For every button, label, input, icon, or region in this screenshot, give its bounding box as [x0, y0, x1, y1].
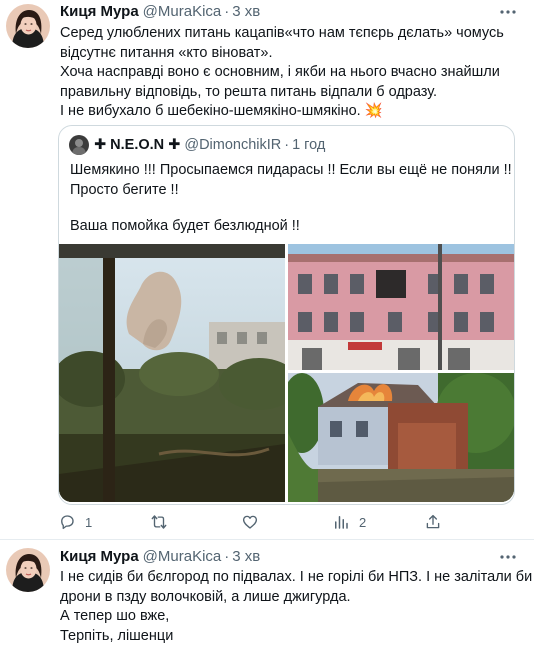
tweet-text-line: Хоча насправді воно є основним, і якби н…: [60, 64, 500, 80]
share-icon: [426, 514, 440, 529]
author-handle[interactable]: @MuraKica: [143, 548, 222, 565]
quoted-text-line: Просто бегите !!: [70, 182, 179, 198]
tweet-actions: 1 2: [58, 512, 518, 532]
tweet-time[interactable]: 3 хв: [232, 3, 260, 20]
tweet-text-line: І не вибухало б шебекіно-шемякіно-шмякін…: [60, 103, 383, 119]
quoted-text-line: [70, 200, 506, 216]
stats-button[interactable]: 2: [332, 512, 366, 532]
tweet-text: Серед улюблених питань кацапів«что нам т…: [60, 24, 520, 122]
stats-icon: [335, 516, 348, 529]
retweet-button[interactable]: [150, 512, 177, 532]
quoted-tweet-header: ✚ N.E.O.N ✚ @DimonchikIR · 1 год: [69, 135, 326, 155]
author-handle[interactable]: @MuraKica: [143, 3, 222, 20]
quoted-author-avatar: [69, 135, 89, 155]
more-options-icon[interactable]: [496, 3, 520, 21]
tweet-text-line: Серед улюблених питань кацапів«что нам т…: [60, 25, 504, 41]
reply-button[interactable]: 1: [58, 512, 92, 532]
damaged-building-photo[interactable]: [288, 244, 514, 370]
tweet-text-line: Терпіть, лішенци: [60, 627, 174, 644]
reply-count: 1: [85, 514, 93, 530]
tweet[interactable]: Киця Мура @MuraKica · 3 хв Серед улюблених …: [0, 0, 534, 540]
separator-dot: ·: [224, 3, 230, 20]
separator-dot: ·: [224, 548, 230, 565]
retweet-icon: [151, 515, 167, 529]
more-options-icon[interactable]: [496, 548, 520, 566]
quoted-text-line: Ваша помойка будет безлюдной !!: [70, 218, 300, 234]
tweet-header: Киця Мура @MuraKica · 3 хв: [60, 3, 260, 21]
like-button[interactable]: [241, 512, 268, 532]
media-grid: [59, 244, 514, 502]
tweet-text: І не сидів би бєлгород по підвалах. І не…: [60, 568, 533, 646]
tweet-text-line: І не сидів би бєлгород по підвалах. І не…: [60, 569, 533, 585]
burning-house-photo[interactable]: [288, 373, 514, 502]
author-name[interactable]: Киця Мура: [60, 548, 139, 565]
author-avatar[interactable]: [6, 4, 50, 48]
quoted-author-handle: @DimonchikIR: [184, 137, 282, 153]
quoted-tweet-text: Шемякино !!! Просыпаемся пидарасы !! Есл…: [70, 160, 512, 236]
tweet-text-line: А тепер шо вже,: [60, 608, 170, 624]
author-avatar[interactable]: [6, 548, 50, 592]
author-name[interactable]: Киця Мура: [60, 3, 139, 20]
tweet-time[interactable]: 3 хв: [232, 548, 260, 565]
stats-count: 2: [359, 514, 367, 530]
share-button[interactable]: [424, 512, 442, 532]
tweet-text-line: правильну відповідь, то решта питань від…: [60, 83, 438, 100]
quoted-text-line: Шемякино !!! Просыпаемся пидарасы !! Есл…: [70, 162, 512, 178]
quoted-tweet-time: 1 год: [292, 137, 326, 153]
reply-icon: [61, 515, 74, 530]
tweet-text-line: відсутнє питання «кто віноват».: [60, 44, 273, 61]
smoke-photo[interactable]: [59, 244, 285, 502]
tweet-header: Киця Мура @MuraKica · 3 хв: [60, 548, 260, 566]
quoted-tweet[interactable]: ✚ N.E.O.N ✚ @DimonchikIR · 1 год Шемякино !…: [58, 125, 515, 505]
tweet-text-line: дрони в пзду волочковій, а лише джигурда…: [60, 588, 351, 605]
tweet[interactable]: Киця Мура @MuraKica · 3 хв І не сидів би бє…: [0, 540, 534, 648]
separator-dot: ·: [284, 137, 290, 153]
heart-icon: [242, 515, 258, 529]
quoted-author-name: ✚ N.E.O.N ✚: [94, 137, 181, 153]
